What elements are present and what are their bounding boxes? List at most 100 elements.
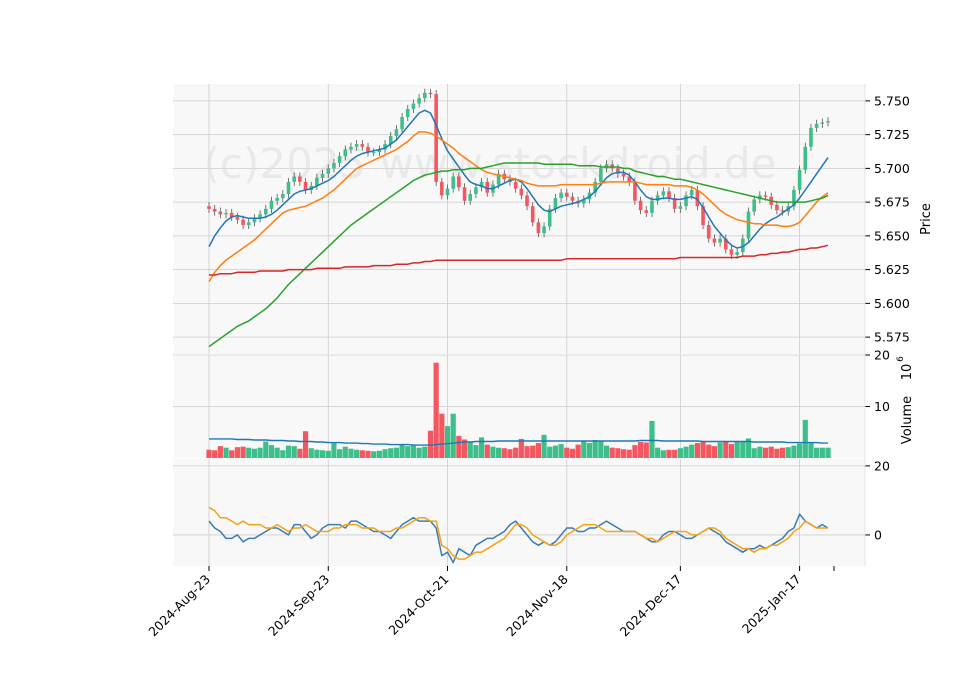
candle-body <box>434 94 438 182</box>
volume-bar <box>757 446 763 458</box>
volume-bar <box>564 447 570 458</box>
candle-body <box>394 129 399 136</box>
candle-body <box>411 103 416 109</box>
volume-bar <box>274 447 280 458</box>
candle-body <box>542 226 546 234</box>
volume-bar <box>319 450 326 458</box>
volume-bar <box>728 444 735 458</box>
volume-bar <box>354 449 360 458</box>
candle-body <box>684 195 688 207</box>
candle-body <box>286 181 291 195</box>
candle-body <box>405 108 410 118</box>
candle-body <box>644 210 649 213</box>
volume-bar <box>535 443 541 458</box>
volume-bar <box>774 448 780 458</box>
volume-bar <box>371 451 377 458</box>
volume-bar <box>717 442 723 458</box>
volume-bar <box>683 446 689 458</box>
candle-body <box>820 122 825 124</box>
candle-body <box>474 187 478 195</box>
volume-bar <box>410 445 417 458</box>
volume-bar <box>285 445 292 458</box>
x-tick-label: 2024-Sep-23 <box>265 572 332 639</box>
watermark: (c)2025 www.stockdroid.de <box>204 139 777 188</box>
volume-bar <box>609 447 615 458</box>
volume-bar <box>291 446 297 458</box>
volume-bar <box>666 449 672 458</box>
volume-bar <box>206 449 212 458</box>
volume-bar <box>507 449 513 458</box>
candle-body <box>536 222 541 234</box>
candle-body <box>462 187 467 201</box>
volume-bar <box>297 448 303 458</box>
candle-body <box>599 168 603 182</box>
candle-body <box>417 98 421 104</box>
volume-bar <box>797 443 803 458</box>
volume-bar <box>405 446 411 458</box>
volume-bar <box>689 444 695 458</box>
volume-bar <box>524 446 530 458</box>
volume-bar <box>490 446 496 458</box>
price-y-tick-label: 5.575 <box>874 330 910 345</box>
volume-bar <box>530 445 536 458</box>
volume-bar <box>456 435 462 458</box>
volume-bar <box>308 448 314 458</box>
candle-body <box>746 211 751 239</box>
candle-body <box>763 195 768 197</box>
volume-bar <box>632 445 638 458</box>
volume-bar <box>393 447 400 458</box>
volume-bar <box>257 447 263 458</box>
volume-bar <box>251 448 258 458</box>
volume-bar <box>694 443 700 458</box>
x-tick-label: 2025-Jan-17 <box>739 572 804 637</box>
oscillator-panel <box>173 459 865 566</box>
volume-bar <box>819 447 825 458</box>
candle-body <box>530 206 535 223</box>
volume-bar <box>223 447 229 458</box>
volume-bar <box>598 441 604 458</box>
volume-bar <box>615 448 621 458</box>
volume-bar <box>672 449 678 458</box>
candle-body <box>826 121 830 123</box>
candle-body <box>689 189 694 196</box>
volume-bar <box>342 446 348 458</box>
price-y-tick-label: 5.725 <box>874 127 910 142</box>
volume-bar <box>314 449 320 458</box>
candle-body <box>706 225 711 239</box>
volume-multiplier: 10 <box>900 364 915 381</box>
price-axis-label: Price <box>919 203 934 235</box>
candle-body <box>326 168 331 174</box>
candle-body <box>428 92 433 95</box>
candle-body <box>570 196 575 201</box>
candle-body <box>360 144 365 147</box>
volume-bar <box>706 444 712 458</box>
volume-bar <box>450 413 456 458</box>
volume-bar <box>825 447 831 458</box>
candle-body <box>269 200 274 209</box>
volume-bar <box>467 442 473 458</box>
volume-bar <box>740 441 746 458</box>
volume-bar <box>785 447 791 458</box>
candle-body <box>218 211 223 215</box>
candle-body <box>559 192 563 199</box>
candle-body <box>212 208 217 212</box>
candle-body <box>809 127 813 147</box>
volume-axis-label: Volume <box>900 396 915 444</box>
volume-bar <box>484 444 490 458</box>
chart-canvas: (c)2025 www.stockdroid.de 2024-Aug-23 202… <box>145 84 934 639</box>
candle-body <box>661 191 666 196</box>
volume-bar <box>416 447 422 458</box>
candle-body <box>513 181 518 189</box>
candle-body <box>729 249 734 255</box>
volume-bar <box>558 444 564 458</box>
volume-bar <box>359 450 365 458</box>
volume-bar <box>620 449 627 458</box>
candle-body <box>519 188 524 196</box>
volume-bar <box>518 438 524 458</box>
volume-bar <box>592 439 598 458</box>
candle-body <box>349 146 353 150</box>
volume-bar <box>439 413 445 458</box>
candle-body <box>445 188 450 196</box>
candle-body <box>678 206 683 209</box>
volume-multiplier-exponent: 6 <box>896 356 906 362</box>
